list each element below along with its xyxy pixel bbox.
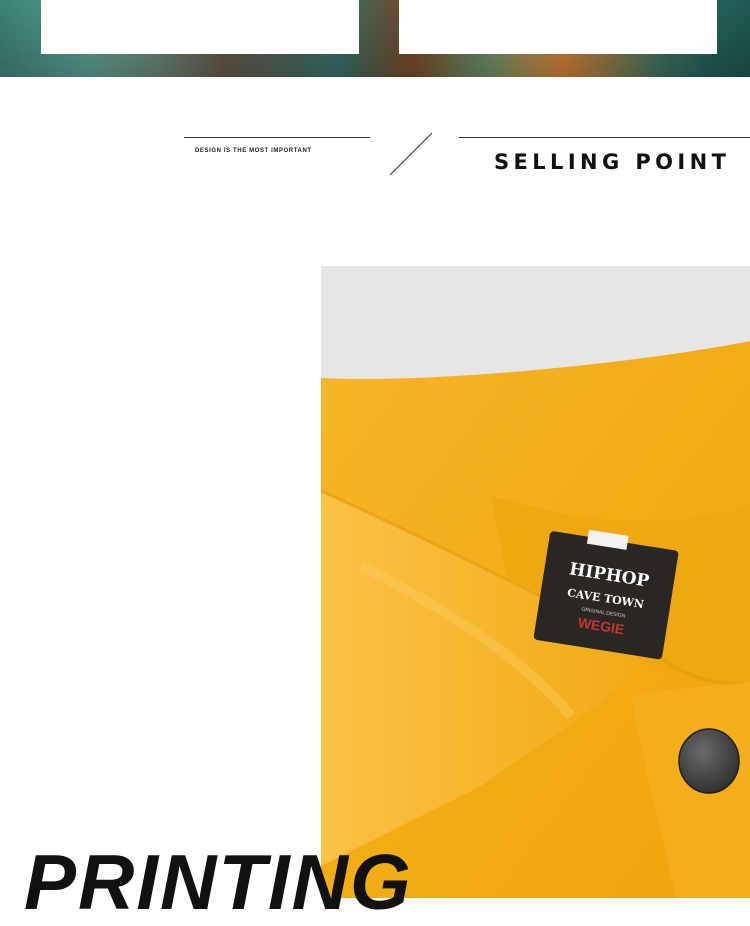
product-closeup-photo: HIPHOP CAVE TOWN ORIGINAL DESIGN WEGIE [321, 266, 750, 898]
section-heading: SELLING POINT [494, 150, 731, 174]
top-card-right [399, 0, 717, 54]
top-card-left [41, 0, 359, 54]
shirt-collar-illustration: HIPHOP CAVE TOWN ORIGINAL DESIGN WEGIE [321, 266, 750, 898]
header-rule-right [459, 137, 750, 138]
feature-word: PRINTING [24, 838, 413, 926]
header-tagline: DESIGN IS THE MOST IMPORTANT [195, 148, 312, 154]
slash-divider-icon [389, 132, 433, 176]
header-rule-left [184, 137, 370, 138]
